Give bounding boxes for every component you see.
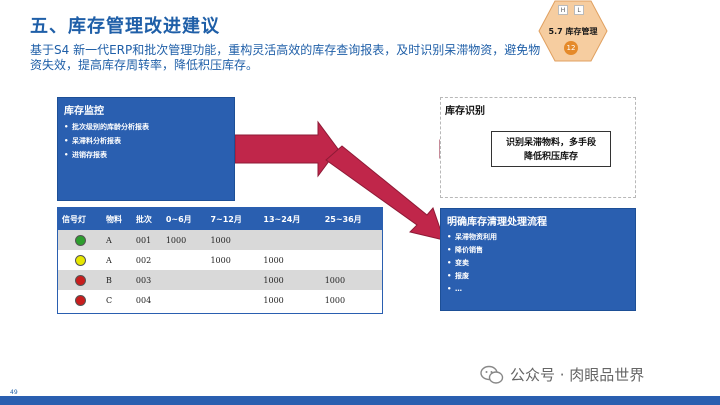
monitor-item: 呆滞料分析报表 [64, 134, 228, 148]
status-light-icon [74, 294, 86, 306]
qty-cell: 1000 [161, 230, 207, 250]
process-item: 降价销售 [447, 244, 629, 257]
monitor-title: 库存监控 [64, 106, 104, 117]
process-title: 明确库存清理处理流程 [447, 217, 547, 228]
header-age-2: 7~12月 [206, 208, 260, 230]
qty-cell [162, 290, 207, 310]
header-light: 信号灯 [58, 208, 102, 230]
batch-cell: 001 [131, 230, 162, 250]
qty-cell: 1000 [263, 255, 284, 265]
material-cell: B [102, 270, 132, 290]
signal-light-cell [58, 250, 102, 270]
monitor-item: 批次级别的库龄分析报表 [64, 120, 228, 134]
qty-cell: 1000 [324, 295, 346, 305]
batch-cell: 003 [131, 270, 162, 290]
status-light-icon [74, 274, 86, 286]
material-cell: C [106, 295, 113, 305]
process-item: 呆滞物资利用 [447, 231, 629, 244]
process-item: 变卖 [447, 257, 629, 270]
header-material: 物料 [102, 208, 132, 230]
monitor-list: 批次级别的库龄分析报表 呆滞料分析报表 进销存报表 [64, 120, 228, 162]
qty-cell: 1000 [263, 295, 284, 305]
material-cell: A [102, 230, 132, 250]
inventory-table-box: 信号灯 物料 批次 0~6月 7~12月 13~24月 25~36月 A 001… [57, 207, 383, 314]
wechat-icon [480, 365, 504, 384]
table-row: C 004 1000 1000 [58, 290, 382, 310]
signal-light-cell [58, 230, 102, 250]
batch-cell: 002 [135, 255, 152, 265]
right-arrow-icon [234, 120, 339, 178]
header-age-1: 0~6月 [161, 208, 207, 230]
watermark-text: 公众号 · 肉眼品世界 [510, 366, 645, 384]
process-list: 呆滞物资利用 降价销售 变卖 报废 … [447, 231, 629, 296]
qty-cell [161, 270, 207, 290]
qty-cell: 1000 [320, 270, 382, 290]
status-light-icon [74, 254, 86, 266]
qty-cell: 1000 [210, 255, 231, 265]
qty-cell: 1000 [259, 270, 321, 290]
signal-light-cell [58, 270, 102, 290]
cleanup-process-panel: 明确库存清理处理流程 呆滞物资利用 降价销售 变卖 报废 … [440, 208, 636, 311]
qty-cell [320, 230, 382, 250]
qty-cell [321, 250, 382, 270]
status-light-icon [74, 234, 86, 246]
inventory-monitor-panel: 库存监控 批次级别的库龄分析报表 呆滞料分析报表 进销存报表 [57, 97, 235, 201]
table-row: A 001 1000 1000 [58, 230, 382, 250]
process-item: … [447, 283, 629, 296]
table-row: A 002 1000 1000 [58, 250, 382, 270]
qty-cell [162, 250, 207, 270]
batch-cell: 004 [135, 295, 152, 305]
qty-cell [206, 270, 260, 290]
table-row: B 003 1000 1000 [58, 270, 382, 290]
bottom-bar [0, 396, 720, 405]
page-number: 49 [10, 389, 18, 396]
signal-light-cell [58, 290, 102, 310]
identify-title: 库存识别 [445, 106, 485, 117]
qty-cell [206, 290, 259, 310]
identify-line-2: 降低积压库存 [523, 152, 578, 162]
process-item: 报废 [447, 270, 629, 283]
identify-line-1: 识别呆滞物料，多手段 [505, 138, 596, 148]
flow-arrows [234, 120, 496, 241]
inventory-age-table: 信号灯 物料 批次 0~6月 7~12月 13~24月 25~36月 A 001… [58, 208, 382, 310]
inventory-identify-panel: 库存识别 识别呆滞物料，多手段 降低积压库存 [440, 97, 636, 198]
monitor-item: 进销存报表 [64, 148, 228, 162]
identify-box: 识别呆滞物料，多手段 降低积压库存 [491, 131, 611, 167]
header-age-4: 25~36月 [320, 208, 382, 230]
table-header-row: 信号灯 物料 批次 0~6月 7~12月 13~24月 25~36月 [58, 208, 382, 230]
qty-cell: 1000 [206, 230, 260, 250]
material-cell: A [106, 255, 112, 265]
qty-cell [259, 230, 321, 250]
header-batch: 批次 [131, 208, 162, 230]
header-age-3: 13~24月 [259, 208, 321, 230]
watermark: 公众号 · 肉眼品世界 [480, 364, 644, 385]
